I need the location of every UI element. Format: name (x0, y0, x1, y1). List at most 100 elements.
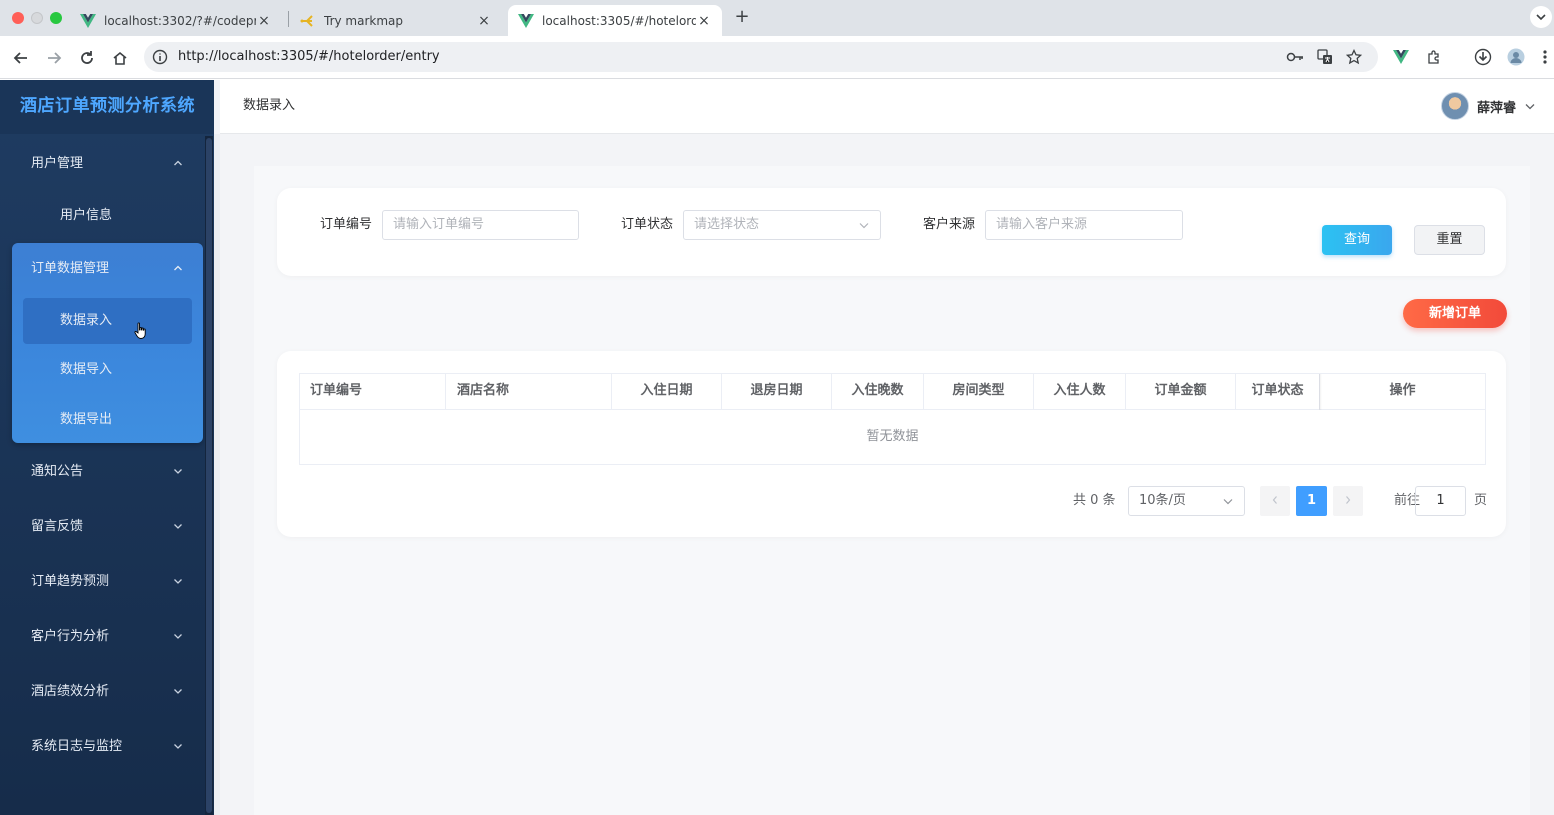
menu-item-label: 数据录入 (60, 313, 113, 328)
bookmark-star-icon[interactable] (1345, 49, 1363, 65)
menu-order-trend-forecast[interactable]: 订单趋势预测 (0, 557, 204, 607)
window-close-button[interactable] (12, 12, 24, 24)
sidebar-scrollbar[interactable] (205, 136, 213, 815)
orders-table: 订单编号 酒店名称 入住日期 退房日期 入住晚数 房间类型 入住人数 订单金额 … (299, 373, 1486, 465)
chevron-up-icon (174, 160, 182, 166)
page-size-value: 10条/页 (1139, 493, 1186, 508)
menu-user-management[interactable]: 用户管理 (0, 139, 204, 189)
chevron-left-icon (1272, 496, 1277, 504)
menu-label: 用户管理 (31, 156, 84, 171)
sidebar-scroll-thumb[interactable] (206, 138, 212, 813)
column-header-operations: 操作 (1320, 374, 1485, 410)
browser-toolbar: http://localhost:3305/#/hotelorder/entry (0, 36, 1554, 79)
tab-close-icon[interactable]: × (476, 13, 492, 29)
download-icon[interactable] (1472, 46, 1494, 68)
status-select[interactable]: 请选择状态 (683, 210, 881, 240)
column-header-amount: 订单金额 (1126, 374, 1236, 410)
page-size-select[interactable]: 10条/页 (1128, 486, 1245, 516)
new-tab-button[interactable]: + (732, 6, 752, 27)
tab-search-icon[interactable] (1530, 6, 1552, 28)
forward-icon[interactable] (42, 46, 66, 70)
window-maximize-button[interactable] (50, 12, 62, 24)
url-text: http://localhost:3305/#/hotelorder/entry (178, 49, 440, 64)
menu-label: 留言反馈 (31, 519, 84, 534)
column-header-hotel-name: 酒店名称 (446, 374, 612, 410)
avatar (1440, 92, 1469, 120)
source-input[interactable]: 请输入客户来源 (985, 210, 1183, 240)
search-form-card: 订单编号 请输入订单编号 订单状态 请选择状态 客户来源 请输入客户来源 查询 … (277, 188, 1506, 276)
menu-feedback[interactable]: 留言反馈 (0, 502, 204, 552)
breadcrumb: 数据录入 (243, 98, 296, 113)
next-page-button[interactable] (1333, 486, 1363, 516)
chevron-down-icon (859, 223, 869, 229)
column-header-checkout-date: 退房日期 (722, 374, 832, 410)
column-header-order-no: 订单编号 (300, 374, 446, 410)
menu-item-label: 数据导出 (60, 412, 113, 427)
menu-notices[interactable]: 通知公告 (0, 447, 204, 497)
chevron-up-icon (174, 265, 182, 271)
window-minimize-button[interactable] (31, 12, 43, 24)
prev-page-button[interactable] (1260, 486, 1290, 516)
menu-item-data-entry[interactable]: 数据录入 (0, 297, 204, 345)
address-bar[interactable]: http://localhost:3305/#/hotelorder/entry (144, 42, 1378, 72)
chevron-down-icon (174, 689, 182, 694)
chevron-down-icon (174, 469, 182, 474)
browser-tab-2[interactable]: Try markmap × (290, 5, 502, 36)
menu-label: 系统日志与监控 (31, 739, 123, 754)
column-header-status: 订单状态 (1236, 374, 1320, 410)
browser-tab-3-active[interactable]: localhost:3305/#/hotelorder/ × (508, 5, 722, 36)
main-left-gutter (214, 134, 220, 815)
tab-title: localhost:3305/#/hotelorder/ (542, 13, 696, 28)
browser-tab-1[interactable]: localhost:3302/?#/codeproje × (70, 5, 282, 36)
menu-item-data-export[interactable]: 数据导出 (0, 396, 204, 444)
menu-label: 订单趋势预测 (31, 574, 110, 589)
translate-icon[interactable] (1316, 49, 1334, 65)
chevron-down-icon (1223, 499, 1233, 505)
app-title: 酒店订单预测分析系统 (20, 96, 195, 116)
password-key-icon[interactable] (1286, 49, 1304, 65)
tab-separator (288, 11, 289, 27)
goto-page-input[interactable]: 1 (1415, 486, 1466, 516)
order-no-label: 订单编号 (320, 217, 373, 232)
profile-avatar-icon[interactable] (1505, 46, 1527, 68)
site-info-icon[interactable] (152, 49, 168, 65)
home-icon[interactable] (108, 46, 132, 70)
back-icon[interactable] (9, 46, 33, 70)
reset-button[interactable]: 重置 (1414, 225, 1485, 255)
extensions-puzzle-icon[interactable] (1423, 46, 1445, 68)
fixed-column-shadow (1319, 374, 1322, 410)
chevron-down-icon (174, 524, 182, 529)
menu-order-data-management[interactable]: 订单数据管理 (0, 244, 204, 294)
pagination-total: 共 0 条 (1073, 493, 1116, 508)
add-order-button[interactable]: 新增订单 (1403, 299, 1507, 328)
tab-close-icon[interactable]: × (696, 13, 712, 29)
page-suffix: 页 (1474, 493, 1488, 508)
user-menu[interactable]: 薛萍睿 (1440, 92, 1536, 120)
query-button[interactable]: 查询 (1322, 225, 1392, 255)
menu-item-data-import[interactable]: 数据导入 (0, 346, 204, 394)
menu-system-logs[interactable]: 系统日志与监控 (0, 722, 204, 772)
status-select-placeholder: 请选择状态 (694, 217, 760, 232)
column-header-nights: 入住晚数 (832, 374, 924, 410)
markmap-icon (300, 13, 316, 29)
status-label: 订单状态 (621, 217, 674, 232)
order-no-input[interactable]: 请输入订单编号 (382, 210, 579, 240)
chevron-down-icon (174, 634, 182, 639)
tab-close-icon[interactable]: × (256, 13, 272, 29)
column-header-guests: 入住人数 (1034, 374, 1126, 410)
menu-item-label: 用户信息 (60, 208, 113, 223)
vue-icon (80, 13, 96, 29)
menu-label: 订单数据管理 (31, 261, 110, 276)
tab-title: localhost:3302/?#/codeproje (104, 13, 256, 28)
chevron-down-icon (174, 579, 182, 584)
page-number-current[interactable]: 1 (1296, 486, 1327, 516)
menu-label: 通知公告 (31, 464, 84, 479)
menu-item-user-info[interactable]: 用户信息 (0, 192, 204, 240)
table-card: 订单编号 酒店名称 入住日期 退房日期 入住晚数 房间类型 入住人数 订单金额 … (277, 351, 1506, 537)
menu-hotel-performance[interactable]: 酒店绩效分析 (0, 667, 204, 717)
empty-state-text: 暂无数据 (866, 429, 919, 444)
menu-customer-behavior[interactable]: 客户行为分析 (0, 612, 204, 662)
reload-icon[interactable] (75, 46, 99, 70)
browser-menu-icon[interactable] (1538, 46, 1552, 68)
vue-devtools-icon[interactable] (1390, 46, 1412, 68)
